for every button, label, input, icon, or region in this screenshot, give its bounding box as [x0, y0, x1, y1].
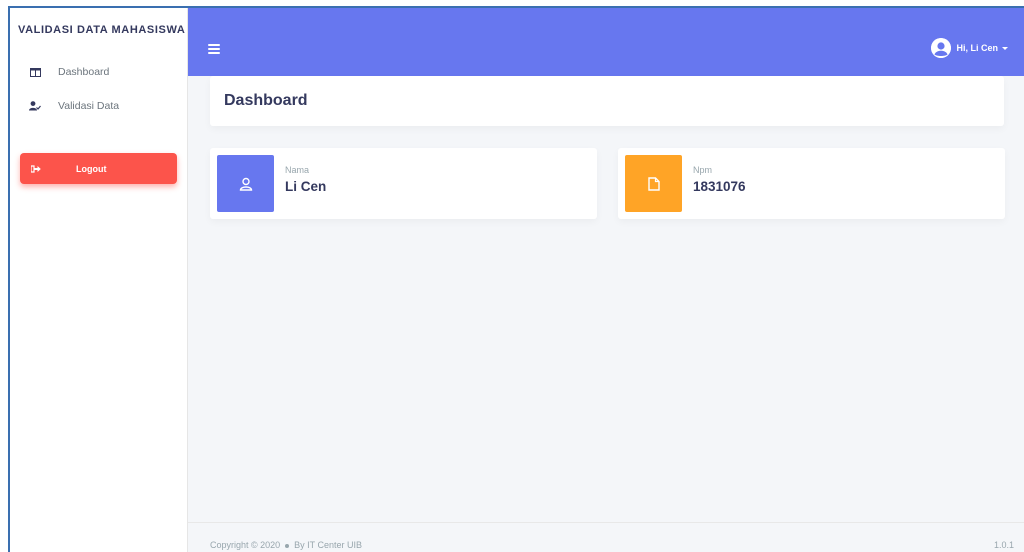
credit-text[interactable]: By IT Center UIB — [294, 540, 362, 550]
user-greeting: Hi, Li Cen — [956, 43, 998, 53]
card-label: Npm — [693, 165, 713, 175]
footer-copyright: Copyright © 2020 By IT Center UIB — [210, 540, 362, 550]
user-icon — [217, 155, 274, 212]
version-text: 1.0.1 — [993, 540, 1014, 550]
card-label: Nama — [285, 165, 310, 175]
stat-card-npm: Npm 1831076 — [618, 148, 1005, 219]
file-icon — [625, 155, 682, 212]
columns-icon — [28, 65, 42, 79]
chevron-down-icon — [1002, 46, 1008, 50]
user-check-icon — [28, 99, 42, 113]
user-dropdown[interactable]: Hi, Li Cen — [931, 38, 1008, 58]
footer: Copyright © 2020 By IT Center UIB 1.0.1 — [188, 522, 1024, 552]
sign-out-icon — [30, 163, 42, 175]
section-header: Dashboard — [210, 76, 1004, 126]
sidebar-item-validasi-data[interactable]: Validasi Data — [10, 93, 188, 119]
card-value: Li Cen — [285, 179, 327, 194]
stat-card-nama: Nama Li Cen — [210, 148, 597, 219]
hamburger-icon[interactable] — [208, 44, 220, 54]
sidebar-item-label: Dashboard — [58, 66, 110, 78]
copyright-text: Copyright © 2020 — [210, 540, 281, 550]
separator-dot — [285, 543, 290, 548]
logout-label: Logout — [76, 163, 107, 174]
top-navbar: Hi, Li Cen — [188, 8, 1024, 76]
sidebar-item-label: Validasi Data — [58, 100, 120, 112]
page-title: Dashboard — [224, 92, 308, 109]
logout-button[interactable]: Logout — [20, 153, 177, 184]
sidebar: VALIDASI DATA MAHASISWA Dashboard Valida… — [10, 8, 188, 552]
card-value: 1831076 — [693, 179, 746, 194]
avatar — [931, 38, 952, 58]
app-window: VALIDASI DATA MAHASISWA Dashboard Valida… — [8, 6, 1024, 552]
brand-title[interactable]: VALIDASI DATA MAHASISWA — [18, 24, 185, 36]
sidebar-item-dashboard[interactable]: Dashboard — [10, 59, 188, 85]
